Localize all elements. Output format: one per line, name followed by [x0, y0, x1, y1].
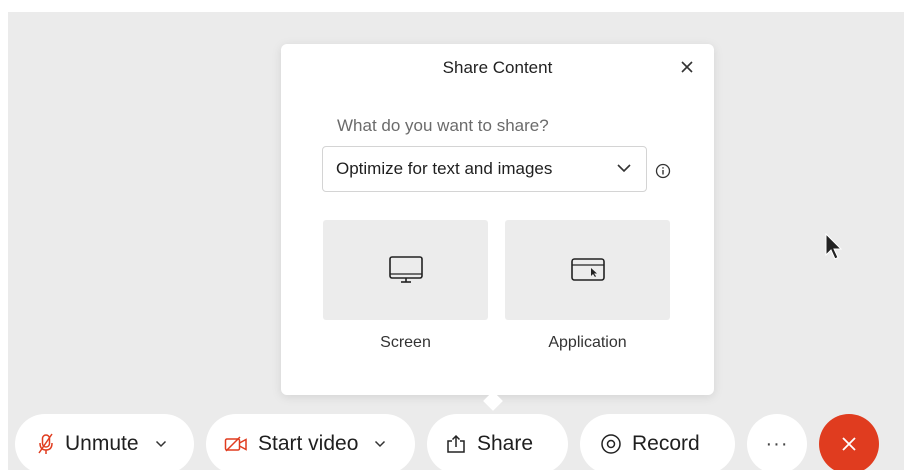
start-video-label: Start video — [258, 432, 359, 455]
start-video-button[interactable]: Start video — [206, 414, 415, 470]
close-icon — [681, 61, 693, 73]
application-window-icon — [570, 258, 605, 281]
unmute-button[interactable]: Unmute — [15, 414, 194, 470]
chevron-down-icon[interactable] — [155, 440, 167, 448]
chevron-down-icon[interactable] — [374, 440, 386, 448]
mouse-pointer-icon — [825, 233, 843, 260]
application-option-label: Application — [548, 334, 627, 351]
optimize-select-value: Optimize for text and images — [336, 159, 553, 178]
more-options-icon: ··· — [765, 432, 789, 455]
chevron-down-icon — [617, 164, 631, 173]
record-button[interactable]: Record — [580, 414, 735, 470]
leave-meeting-button[interactable] — [819, 414, 879, 470]
share-screen-option[interactable] — [323, 220, 488, 320]
screen-option-label: Screen — [380, 334, 431, 351]
optimize-select[interactable]: Optimize for text and images — [322, 146, 647, 192]
unmute-label: Unmute — [65, 432, 139, 455]
close-button[interactable] — [676, 56, 698, 78]
share-prompt: What do you want to share? — [337, 116, 549, 135]
share-label: Share — [477, 432, 534, 455]
monitor-icon — [388, 256, 423, 283]
record-label: Record — [632, 432, 700, 455]
share-upload-icon — [445, 434, 467, 454]
record-icon — [600, 433, 622, 455]
more-options-button[interactable]: ··· — [747, 414, 807, 470]
info-icon[interactable] — [655, 163, 671, 179]
share-application-option[interactable] — [505, 220, 670, 320]
microphone-muted-icon — [37, 433, 55, 455]
dialog-title: Share Content — [442, 58, 553, 77]
share-content-dialog: Share Content What do you want to share?… — [281, 44, 714, 395]
close-icon — [842, 437, 856, 451]
share-button[interactable]: Share — [427, 414, 568, 470]
video-off-icon — [224, 435, 248, 453]
